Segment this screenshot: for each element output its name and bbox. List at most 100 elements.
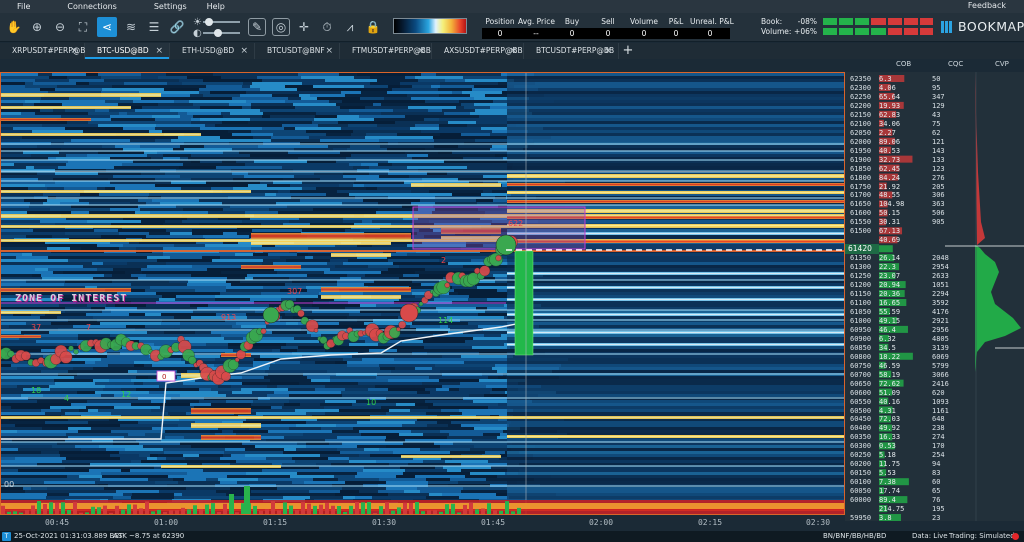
stack-icon[interactable]: ☰ [144, 17, 164, 37]
ladder-cob: 11.75 [879, 460, 901, 469]
ladder-cob: 62.45 [879, 164, 901, 173]
contrast-slider-knob[interactable] [214, 29, 222, 37]
tab-xrpusdt-perp-bb[interactable]: XRPUSDT#PERP@BB × [0, 43, 91, 59]
target-icon[interactable]: ◎ [272, 18, 290, 36]
status-datetime: 25-Oct-2021 01:31:03.889 BST [14, 532, 123, 540]
ladder-cqc: 65 [932, 487, 941, 496]
close-icon[interactable]: × [70, 43, 78, 59]
share-icon[interactable]: ⋖ [97, 17, 117, 37]
time-tick: 02:15 [697, 518, 723, 527]
ladder-price: 61150 [850, 290, 872, 299]
heatmap-color-scale[interactable] [393, 18, 467, 34]
ladder-price: 62350 [850, 75, 872, 83]
chart-annotation: 913 [221, 313, 236, 322]
ladder-cqc: 60 [932, 478, 941, 487]
layers-icon[interactable]: ≋ [121, 17, 141, 37]
add-tab-button[interactable]: + [619, 43, 637, 59]
crosshair-icon[interactable]: ✛ [294, 17, 314, 37]
link-icon[interactable]: 🔗 [167, 17, 187, 37]
ladder-price: 60200 [850, 460, 872, 469]
hand-icon[interactable]: ✋ [4, 17, 24, 37]
ladder-cqc: 62 [932, 128, 941, 137]
close-icon[interactable]: × [509, 43, 517, 59]
tab-btcusdt-bnf[interactable]: BTCUSDT@BNF × [255, 43, 340, 59]
ladder-cob: 62.83 [879, 110, 901, 119]
cob-header[interactable]: COB [896, 60, 911, 68]
ladder-cqc: 205 [932, 182, 945, 191]
ladder-cob: 40.16 [879, 397, 901, 406]
status-trading: Trading: Simulated [949, 532, 1015, 540]
time-axis[interactable]: 00:45 01:00 01:15 01:30 01:45 02:00 02:1… [0, 515, 845, 530]
ladder-cob: 18.22 [879, 352, 901, 361]
ladder-price: 61900 [850, 155, 872, 164]
zoom-out-icon[interactable]: ⊖ [50, 17, 70, 37]
time-tick: 01:45 [480, 518, 506, 527]
tab-ftmusdt-perp-bb[interactable]: FTMUSDT#PERP@BB × [340, 43, 432, 59]
position-stats: Position 0 Avg. Price -- Buy 0 Sell 0 Volume… [482, 16, 734, 40]
chart-top-strip [0, 59, 845, 72]
ladder-price: 62000 [850, 137, 872, 146]
ladder-price: 62200 [850, 101, 872, 110]
tab-btc-usd-bd[interactable]: BTC-USD@BD × [85, 43, 170, 59]
heatmap-chart[interactable]: 37 7 18 4 12 913 307 622 2 114 10 00 0 Z… [0, 72, 845, 515]
close-icon[interactable]: × [325, 43, 333, 59]
close-icon[interactable]: × [240, 43, 248, 59]
ladder-cqc: 2921 [932, 316, 949, 325]
ladder-price: 60900 [850, 334, 872, 343]
ladder-price: 61050 [850, 307, 872, 316]
status-bar: T 25-Oct-2021 01:31:03.889 BST ASK ~8.75… [0, 531, 1024, 542]
ladder-cqc: 75 [932, 119, 941, 128]
ladder-cqc: 363 [932, 200, 945, 209]
ladder-cob: 51.09 [879, 388, 901, 397]
menu-help[interactable]: Help [207, 2, 225, 11]
ladder-cqc: 1051 [932, 281, 949, 290]
tab-eth-usd-bd[interactable]: ETH-USD@BD × [170, 43, 255, 59]
close-icon[interactable]: × [155, 43, 163, 59]
chart-annotation: 18 [31, 386, 41, 395]
ladder-cob: 17.74 [879, 487, 901, 496]
chart-annotation: 622 [508, 219, 523, 228]
menu-connections[interactable]: Connections [67, 2, 116, 11]
ladder-cqc: 2954 [932, 263, 949, 272]
ladder-cob: 3.8 [879, 514, 892, 521]
feedback-link[interactable]: Feedback [968, 1, 1006, 10]
ladder-price: 61250 [850, 272, 872, 281]
ladder-cqc: 83 [932, 469, 941, 478]
ladder-cob: 46.59 [879, 361, 901, 370]
status-ask: ASK ~8.75 at 62390 [113, 532, 185, 540]
ladder-price: 60450 [850, 415, 872, 424]
ladder-cob: 20.94 [879, 281, 901, 290]
ladder-cob: 5.18 [879, 451, 896, 460]
menu-file[interactable]: File [17, 2, 30, 11]
close-icon[interactable]: × [417, 43, 425, 59]
chart-annotation: 307 [287, 287, 302, 296]
tab-axsusdt-perp-bb[interactable]: AXSUSDT#PERP@BB × [432, 43, 524, 59]
price-ladder[interactable]: 62350 6.3 50 62300 4.06 95 62250 65.64 347 62200 1… [845, 72, 1024, 521]
chart-annotation: 114 [438, 316, 453, 325]
time-tick: 02:30 [805, 518, 831, 527]
menu-settings[interactable]: Settings [154, 2, 187, 11]
chart-annotation: 7 [86, 323, 91, 332]
fit-icon[interactable]: ⛶ [73, 17, 93, 37]
cqc-header[interactable]: CQC [948, 60, 963, 68]
cvp-header[interactable]: CVP [995, 60, 1009, 68]
ladder-cqc: 5799 [932, 361, 949, 370]
ladder-cob: 40.53 [879, 146, 901, 155]
zoom-in-icon[interactable]: ⊕ [27, 17, 47, 37]
order-marker-label: 0 [162, 373, 166, 381]
ladder-cqc: 2956 [932, 325, 949, 334]
timer-icon[interactable]: ⏱ [317, 17, 337, 37]
time-tick: 01:15 [262, 518, 288, 527]
brightness-slider-knob[interactable] [205, 18, 213, 26]
ladder-cqc: 276 [932, 173, 945, 182]
ladder-cob: 104.98 [879, 200, 905, 209]
close-icon[interactable]: × [604, 43, 612, 59]
ladder-price: 60350 [850, 433, 872, 442]
trend-icon[interactable]: ⩘ [340, 17, 360, 37]
pencil-icon[interactable]: ✎ [248, 18, 266, 36]
cqc-profile-buy [975, 245, 1021, 372]
lock-icon[interactable]: 🔒 [363, 17, 383, 37]
ladder-cqc: 2633 [932, 272, 949, 281]
ladder-cob: 30.31 [879, 218, 901, 227]
tab-btcusdt-perp-bb[interactable]: BTCUSDT#PERP@BB × [524, 43, 619, 59]
